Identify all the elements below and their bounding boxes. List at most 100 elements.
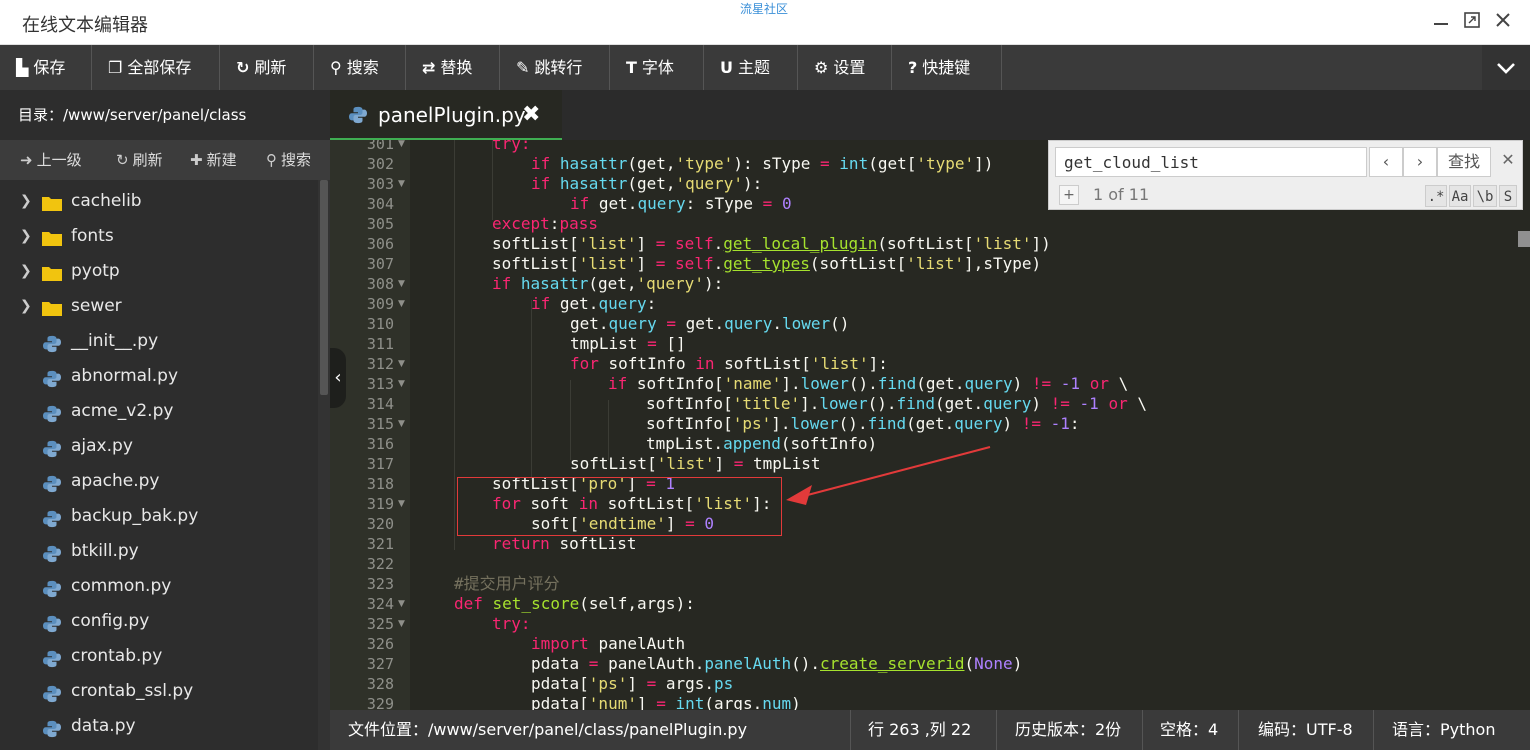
maximize-icon[interactable]	[1459, 9, 1485, 35]
file-item[interactable]: abnormal.py	[0, 359, 318, 394]
status-divider	[1142, 710, 1143, 750]
sidebar-search-button[interactable]: ⚲ 搜索	[266, 140, 311, 180]
file-item[interactable]: btkill.py	[0, 534, 318, 569]
file-item[interactable]: backup_bak.py	[0, 499, 318, 534]
fold-toggle-icon[interactable]: ▼	[398, 494, 405, 514]
search-input[interactable]	[1055, 147, 1367, 177]
find-prev-button[interactable]: ‹	[1369, 147, 1403, 177]
editor-scroll-thumb[interactable]	[1518, 231, 1530, 247]
code-line: try:	[492, 140, 531, 153]
fold-toggle-icon[interactable]: ▼	[398, 294, 405, 314]
code-line: get.query = get.query.lower()	[570, 314, 850, 333]
refresh-button[interactable]: ↻ 刷新	[220, 45, 314, 90]
sidebar-scrollbar[interactable]	[318, 180, 330, 750]
fold-toggle-icon[interactable]: ▼	[398, 140, 405, 154]
find-next-button[interactable]: ›	[1403, 147, 1437, 177]
tab-panelplugin[interactable]: panelPlugin.py ✖	[330, 90, 562, 140]
goto-line-button[interactable]: ✎ 跳转行	[500, 45, 610, 90]
sidebar-collapse-button[interactable]: ‹	[330, 348, 346, 408]
file-language[interactable]: 语言：Python	[1392, 710, 1495, 750]
python-file-icon	[43, 335, 61, 353]
parent-dir-button[interactable]: ➜ 上一级	[20, 140, 82, 180]
file-item[interactable]: config.py	[0, 604, 318, 639]
python-file-icon	[43, 615, 61, 633]
search-close-icon[interactable]: ✕	[1497, 149, 1519, 171]
code-line: softInfo['ps'].lower().find(get.query) !…	[646, 414, 1080, 433]
toggle-replace-button[interactable]: +	[1059, 185, 1079, 205]
code-line: def set_score(self,args):	[454, 594, 695, 613]
code-line: return softList	[492, 534, 637, 553]
sidebar-scroll-thumb[interactable]	[320, 180, 328, 395]
fold-toggle-icon[interactable]: ▼	[398, 414, 405, 434]
file-encoding[interactable]: 编码：UTF-8	[1258, 710, 1353, 750]
python-file-icon	[43, 510, 61, 528]
file-item[interactable]: acme_v2.py	[0, 394, 318, 429]
shortcuts-button[interactable]: ? 快捷键	[892, 45, 1002, 90]
line-number: 317	[366, 455, 394, 473]
folder-item[interactable]: ❯ pyotp	[0, 254, 318, 289]
fold-toggle-icon[interactable]: ▼	[398, 594, 405, 614]
python-file-icon	[43, 650, 61, 668]
line-number: 323	[366, 575, 394, 593]
file-item[interactable]: __init__.py	[0, 324, 318, 359]
whole-word-toggle[interactable]: \b	[1473, 185, 1497, 207]
search-button[interactable]: ⚲ 搜索	[314, 45, 406, 90]
case-toggle[interactable]: Aa	[1449, 185, 1471, 207]
fold-toggle-icon[interactable]: ▼	[398, 374, 405, 394]
code-line: softList['list'] = self.get_types(softLi…	[492, 254, 1042, 273]
file-item[interactable]: crontab.py	[0, 639, 318, 674]
font-button[interactable]: T 字体	[610, 45, 704, 90]
line-number: 310	[366, 315, 394, 333]
save-icon: ▙	[16, 58, 29, 77]
chevron-right-icon: ❯	[20, 193, 32, 209]
chevron-left-icon: ‹	[334, 367, 342, 388]
file-item[interactable]: apache.py	[0, 464, 318, 499]
line-number: 320	[366, 515, 394, 533]
code-editor[interactable]: 301 ▼ 302 303 ▼ 304 305 306 307 308 ▼ 309 ▼ 310 311 312…	[330, 140, 1530, 710]
fold-toggle-icon[interactable]: ▼	[398, 354, 405, 374]
new-file-button[interactable]: ✚ 新建	[190, 140, 237, 180]
status-bar: 文件位置：/www/server/panel/class/panelPlugin…	[330, 710, 1530, 750]
tab-close-icon[interactable]: ✖	[522, 90, 540, 140]
file-item[interactable]: common.py	[0, 569, 318, 604]
file-item[interactable]: data.py	[0, 709, 318, 744]
theme-button[interactable]: U 主题	[704, 45, 798, 90]
code-line: except:pass	[492, 214, 598, 233]
indent-spaces[interactable]: 空格：4	[1160, 710, 1218, 750]
cursor-position: 行 263 ,列 22	[868, 720, 972, 739]
regex-toggle[interactable]: .*	[1425, 185, 1447, 207]
folder-item[interactable]: ❯ cachelib	[0, 184, 318, 219]
save-button[interactable]: ▙ 保存	[0, 45, 92, 90]
tab-label: panelPlugin.py	[378, 103, 526, 127]
line-number: 326	[366, 635, 394, 653]
settings-button[interactable]: ⚙ 设置	[798, 45, 892, 90]
file-item[interactable]: crontab_ssl.py	[0, 674, 318, 709]
save-all-button[interactable]: ❐ 全部保存	[92, 45, 220, 90]
close-icon[interactable]	[1490, 9, 1516, 35]
folder-icon	[42, 267, 62, 281]
folder-item[interactable]: ❯ sewer	[0, 289, 318, 324]
editor-scrollbar[interactable]	[1516, 210, 1530, 710]
folder-icon	[42, 302, 62, 316]
chevron-right-icon: ❯	[20, 298, 32, 314]
minimize-icon[interactable]	[1428, 9, 1454, 35]
fold-toggle-icon[interactable]: ▼	[398, 174, 405, 194]
expand-button[interactable]	[1482, 45, 1530, 90]
code-line: tmpList = []	[570, 334, 686, 353]
folder-item[interactable]: ❯ fonts	[0, 219, 318, 254]
find-button[interactable]: 查找	[1437, 147, 1491, 177]
file-item[interactable]: ajax.py	[0, 429, 318, 464]
indent-guide	[608, 400, 609, 460]
directory-path: 目录：/www/server/panel/class	[0, 90, 330, 140]
python-file-icon	[43, 370, 61, 388]
fold-toggle-icon[interactable]: ▼	[398, 274, 405, 294]
code-line: if get.query:	[531, 294, 657, 313]
python-file-icon	[43, 685, 61, 703]
replace-button[interactable]: ⇄ 替换	[406, 45, 500, 90]
fold-toggle-icon[interactable]: ▼	[398, 614, 405, 634]
sidebar-refresh-button[interactable]: ↻ 刷新	[116, 140, 163, 180]
line-number: 318	[366, 475, 394, 493]
history-versions[interactable]: 历史版本：2份	[1015, 710, 1121, 750]
line-number: 328	[366, 675, 394, 693]
selection-toggle[interactable]: S	[1499, 185, 1517, 207]
